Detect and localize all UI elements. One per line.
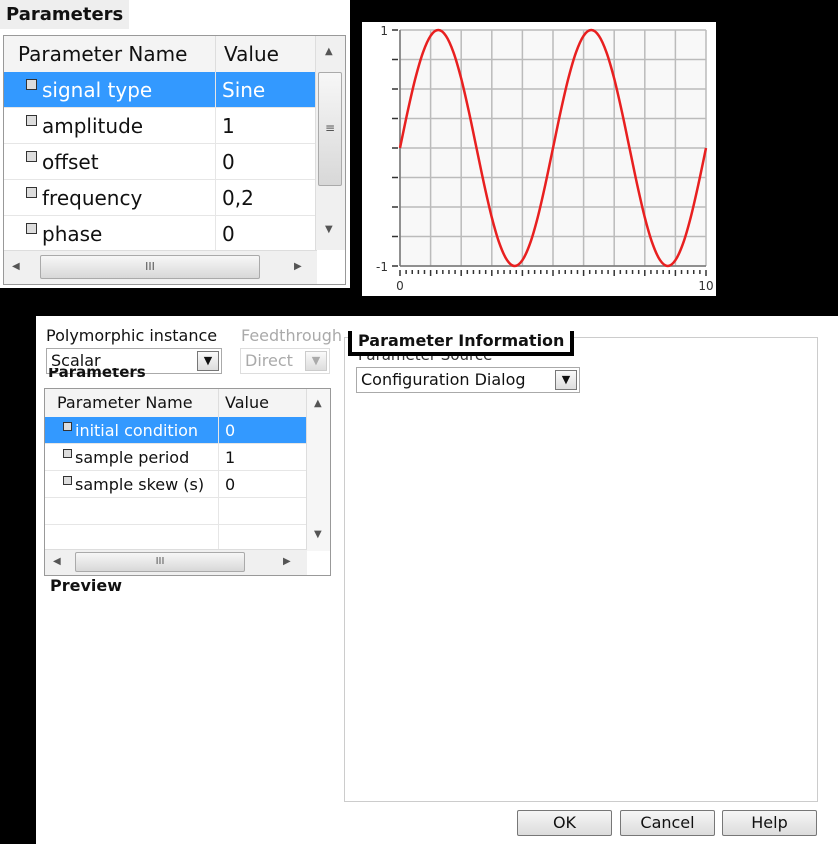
selected-value: Configuration Dialog [361, 370, 526, 389]
table-row[interactable]: phase 0 [4, 216, 317, 252]
feedthrough-select: Direct ▼ [240, 348, 330, 374]
parameter-value[interactable]: 1 [219, 444, 307, 470]
x-tick-label: 0 [396, 279, 404, 293]
parameter-value[interactable]: 1 [216, 108, 317, 143]
scroll-thumb[interactable]: ≡ [318, 72, 342, 186]
column-header-value[interactable]: Value [219, 389, 307, 417]
parameter-name: offset [42, 150, 99, 174]
x-tick-label: 10 [698, 279, 713, 293]
parameters-title: Parameters [48, 368, 146, 380]
horizontal-scrollbar[interactable]: ◀ III ▶ [45, 549, 307, 575]
parameter-value[interactable]: 0,2 [216, 180, 317, 215]
selected-value: Direct [245, 351, 293, 370]
signal-preview-chart: 1 -1 0 10 [362, 22, 716, 296]
parameter-node-icon [26, 223, 37, 234]
parameter-node-icon [26, 187, 37, 198]
parameter-node-icon [63, 476, 72, 485]
column-header-name[interactable]: Parameter Name [4, 36, 216, 72]
polymorphic-instance-label: Polymorphic instance [46, 326, 218, 345]
column-header-name[interactable]: Parameter Name [45, 389, 219, 417]
preview-title: Preview [50, 576, 123, 595]
parameter-name: initial condition [75, 421, 199, 440]
parameter-value[interactable]: 0 [219, 471, 307, 497]
table-row[interactable]: frequency 0,2 [4, 180, 317, 216]
cancel-button[interactable]: Cancel [620, 810, 715, 836]
scroll-thumb[interactable]: III [75, 552, 245, 572]
configuration-dialog: Polymorphic instance Scalar ▼ Feedthrough… [36, 316, 838, 844]
table-row[interactable]: amplitude 1 [4, 108, 317, 144]
parameter-name: frequency [42, 186, 143, 210]
parameter-information-title: Parameter Information [348, 331, 575, 356]
vertical-scrollbar[interactable]: ▲ ≡ ▼ [315, 36, 345, 250]
parameter-value[interactable]: 0 [216, 216, 317, 251]
help-button[interactable]: Help [722, 810, 817, 836]
table-row[interactable]: offset 0 [4, 144, 317, 180]
chevron-down-icon: ▼ [555, 370, 577, 390]
chart-svg: 1 -1 0 10 [376, 24, 714, 293]
parameter-source-select[interactable]: Configuration Dialog ▼ [356, 367, 580, 393]
empty-row [45, 525, 307, 552]
scroll-up-arrow-icon[interactable]: ▲ [314, 398, 322, 409]
scroll-up-arrow-icon[interactable]: ▲ [325, 46, 333, 57]
parameter-name: signal type [42, 78, 153, 102]
horizontal-scrollbar[interactable]: ◀ III ▶ [4, 250, 317, 284]
table-row[interactable]: sample period 1 [45, 444, 307, 471]
parameter-value[interactable]: Sine [216, 72, 317, 107]
parameters-table: Parameter Name Value signal type Sine ampl… [3, 35, 346, 285]
parameter-information-panel [344, 337, 818, 802]
scroll-left-arrow-icon[interactable]: ◀ [53, 556, 61, 567]
table-row[interactable]: initial condition 0 [45, 417, 307, 444]
chevron-down-icon: ▼ [305, 351, 327, 371]
parameter-node-icon [63, 422, 72, 431]
scroll-down-arrow-icon[interactable]: ▼ [314, 529, 322, 540]
parameter-value[interactable]: 0 [219, 417, 307, 443]
parameter-node-icon [26, 151, 37, 162]
chevron-down-icon: ▼ [197, 351, 219, 371]
scroll-down-arrow-icon[interactable]: ▼ [325, 224, 333, 235]
column-header-value[interactable]: Value [216, 36, 317, 72]
parameter-name: sample skew (s) [75, 475, 205, 494]
parameters-title: Parameters [0, 0, 130, 29]
table-row[interactable]: sample skew (s) 0 [45, 471, 307, 498]
parameters-table: Parameter Name Value initial condition 0 s… [44, 388, 331, 576]
feedthrough-label: Feedthrough [241, 326, 343, 345]
parameter-name: sample period [75, 448, 190, 467]
scroll-left-arrow-icon[interactable]: ◀ [12, 261, 20, 272]
parameter-name: amplitude [42, 114, 144, 138]
parameters-panel: Parameters Parameter Name Value signal t… [0, 0, 350, 288]
parameter-node-icon [63, 449, 72, 458]
scroll-right-arrow-icon[interactable]: ▶ [294, 261, 302, 272]
parameter-value[interactable]: 0 [216, 144, 317, 179]
parameter-name: phase [42, 222, 103, 246]
y-tick-label: 1 [380, 24, 388, 38]
parameter-node-icon [26, 115, 37, 126]
ok-button[interactable]: OK [517, 810, 612, 836]
empty-row [45, 498, 307, 525]
parameter-node-icon [26, 79, 37, 90]
vertical-scrollbar[interactable]: ▲ ▼ [306, 389, 330, 551]
scroll-thumb[interactable]: III [40, 255, 260, 279]
scroll-right-arrow-icon[interactable]: ▶ [283, 556, 291, 567]
y-tick-label: -1 [376, 260, 388, 274]
table-row[interactable]: signal type Sine [4, 72, 317, 108]
